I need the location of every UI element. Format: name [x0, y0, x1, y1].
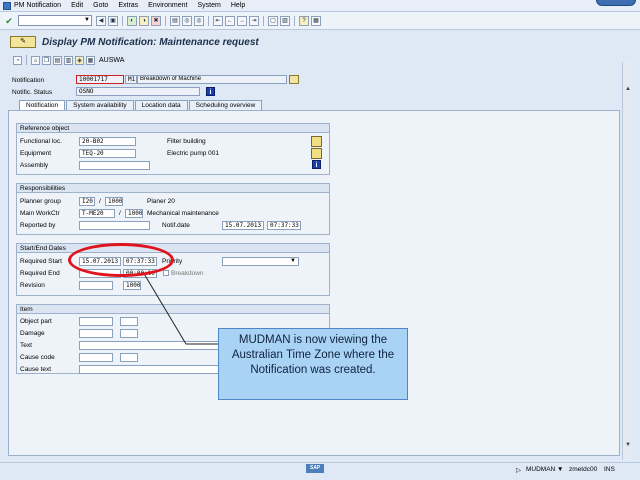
status-bar: SAP ▷ MUDMAN ▼ zmetdc00 INS	[0, 462, 640, 480]
highlight-ellipse	[68, 243, 174, 277]
callout-box: MUDMAN is now viewing the Australian Tim…	[218, 328, 408, 400]
callout-leader-line	[142, 271, 218, 345]
sap-status-logo: SAP	[306, 464, 324, 473]
status-user[interactable]: MUDMAN	[526, 466, 555, 473]
status-expand-icon[interactable]: ▷	[516, 466, 521, 474]
status-server: zmetdc00	[569, 466, 598, 473]
status-mode[interactable]: INS	[604, 466, 615, 473]
chevron-down-icon[interactable]: ▼	[557, 466, 563, 473]
